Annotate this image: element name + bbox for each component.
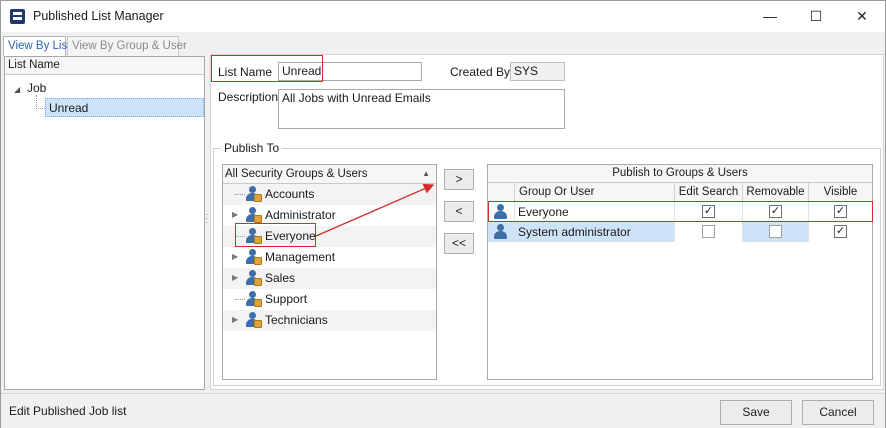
available-groups-header-label: All Security Groups & Users bbox=[225, 168, 368, 180]
save-button[interactable]: Save bbox=[720, 400, 792, 425]
everyone-row-highlight-box bbox=[488, 201, 873, 222]
title-bar: Published List Manager — ☐ ✕ bbox=[1, 1, 885, 32]
security-group-icon bbox=[246, 249, 263, 266]
security-group-icon bbox=[246, 186, 263, 203]
splitter-grip-icon[interactable]: · · · bbox=[205, 211, 209, 229]
group-item-label: Technicians bbox=[265, 313, 328, 327]
published-grid-header: Group Or User Edit Search Removable Visi… bbox=[488, 183, 872, 202]
status-bar: Edit Published Job list Save Cancel bbox=[1, 393, 885, 428]
tree-connector bbox=[235, 299, 245, 300]
removable-cell bbox=[742, 222, 808, 242]
everyone-highlight-box bbox=[235, 223, 316, 247]
group-item-label: Support bbox=[265, 292, 308, 306]
group-or-user-cell: System administrator bbox=[514, 222, 674, 242]
group-item-management[interactable]: ▶ Management bbox=[223, 247, 436, 268]
group-item-label: Management bbox=[265, 250, 336, 264]
edit-search-checkbox[interactable] bbox=[702, 225, 715, 238]
published-grid-title: Publish to Groups & Users bbox=[488, 165, 872, 183]
app-logo-icon bbox=[10, 9, 25, 24]
group-item-accounts[interactable]: Accounts bbox=[223, 184, 436, 205]
collapse-arrow-icon[interactable]: ◢ bbox=[14, 85, 20, 94]
sort-ascending-icon: ▲ bbox=[422, 169, 430, 178]
edit-search-cell bbox=[674, 222, 742, 242]
cancel-button[interactable]: Cancel bbox=[802, 400, 874, 425]
group-item-label: Accounts bbox=[265, 187, 315, 201]
group-item-support[interactable]: Support bbox=[223, 289, 436, 310]
expand-arrow-icon[interactable]: ▶ bbox=[232, 273, 238, 282]
list-name-highlight-box bbox=[211, 55, 323, 82]
visible-checkbox[interactable]: ✓ bbox=[834, 225, 847, 238]
group-item-label: Administrator bbox=[265, 208, 336, 222]
tree-connector bbox=[36, 108, 45, 109]
published-list-manager-window: Published List Manager — ☐ ✕ View By Lis… bbox=[0, 0, 886, 428]
security-group-icon bbox=[246, 207, 263, 224]
description-field[interactable]: All Jobs with Unread Emails bbox=[278, 89, 565, 129]
list-name-column-header[interactable]: List Name bbox=[5, 57, 204, 75]
tree-connector bbox=[235, 194, 245, 195]
tab-view-by-group-user[interactable]: View By Group & User bbox=[67, 36, 187, 56]
table-row[interactable]: System administrator ✓ bbox=[488, 222, 872, 242]
visible-cell: ✓ bbox=[808, 222, 872, 242]
security-group-icon bbox=[246, 270, 263, 287]
tab-view-by-list[interactable]: View By List bbox=[3, 36, 70, 56]
column-header-visible[interactable]: Visible bbox=[808, 183, 872, 202]
publish-to-legend: Publish To bbox=[221, 141, 283, 155]
created-by-label: Created By bbox=[450, 65, 511, 79]
group-user-icon bbox=[493, 224, 508, 239]
created-by-field: SYS bbox=[510, 62, 565, 81]
list-tree-panel: List Name ◢ Job Unread bbox=[4, 56, 205, 390]
group-or-user-name: System administrator bbox=[518, 225, 631, 239]
maximize-button[interactable]: ☐ bbox=[793, 1, 839, 32]
minimize-button[interactable]: — bbox=[747, 1, 793, 32]
window-title: Published List Manager bbox=[33, 9, 164, 23]
group-item-sales[interactable]: ▶ Sales bbox=[223, 268, 436, 289]
status-text: Edit Published Job list bbox=[9, 404, 127, 418]
tree-connector bbox=[36, 95, 37, 109]
column-header-removable[interactable]: Removable bbox=[742, 183, 808, 202]
description-label: Description bbox=[218, 90, 279, 104]
security-group-icon bbox=[246, 291, 263, 308]
remove-all-button[interactable]: << bbox=[444, 233, 474, 254]
expand-arrow-icon[interactable]: ▶ bbox=[232, 315, 238, 324]
column-header-group-or-user[interactable]: Group Or User bbox=[514, 183, 674, 202]
available-groups-list: All Security Groups & Users ▲ Accounts ▶… bbox=[222, 164, 437, 380]
expand-arrow-icon[interactable]: ▶ bbox=[232, 210, 238, 219]
expand-arrow-icon[interactable]: ▶ bbox=[232, 252, 238, 261]
remove-selected-button[interactable]: < bbox=[444, 201, 474, 222]
tree-node-job[interactable]: Job bbox=[27, 81, 46, 95]
row-indicator-header bbox=[488, 183, 514, 202]
removable-checkbox[interactable] bbox=[769, 225, 782, 238]
add-selected-button[interactable]: > bbox=[444, 169, 474, 190]
security-group-icon bbox=[246, 312, 263, 329]
available-groups-header[interactable]: All Security Groups & Users ▲ bbox=[223, 165, 436, 184]
published-groups-grid: Publish to Groups & Users Group Or User … bbox=[487, 164, 873, 380]
column-header-edit-search[interactable]: Edit Search bbox=[674, 183, 742, 202]
group-item-label: Sales bbox=[265, 271, 296, 285]
close-button[interactable]: ✕ bbox=[839, 1, 885, 32]
tree-node-unread[interactable]: Unread bbox=[45, 98, 204, 117]
group-item-technicians[interactable]: ▶ Technicians bbox=[223, 310, 436, 331]
